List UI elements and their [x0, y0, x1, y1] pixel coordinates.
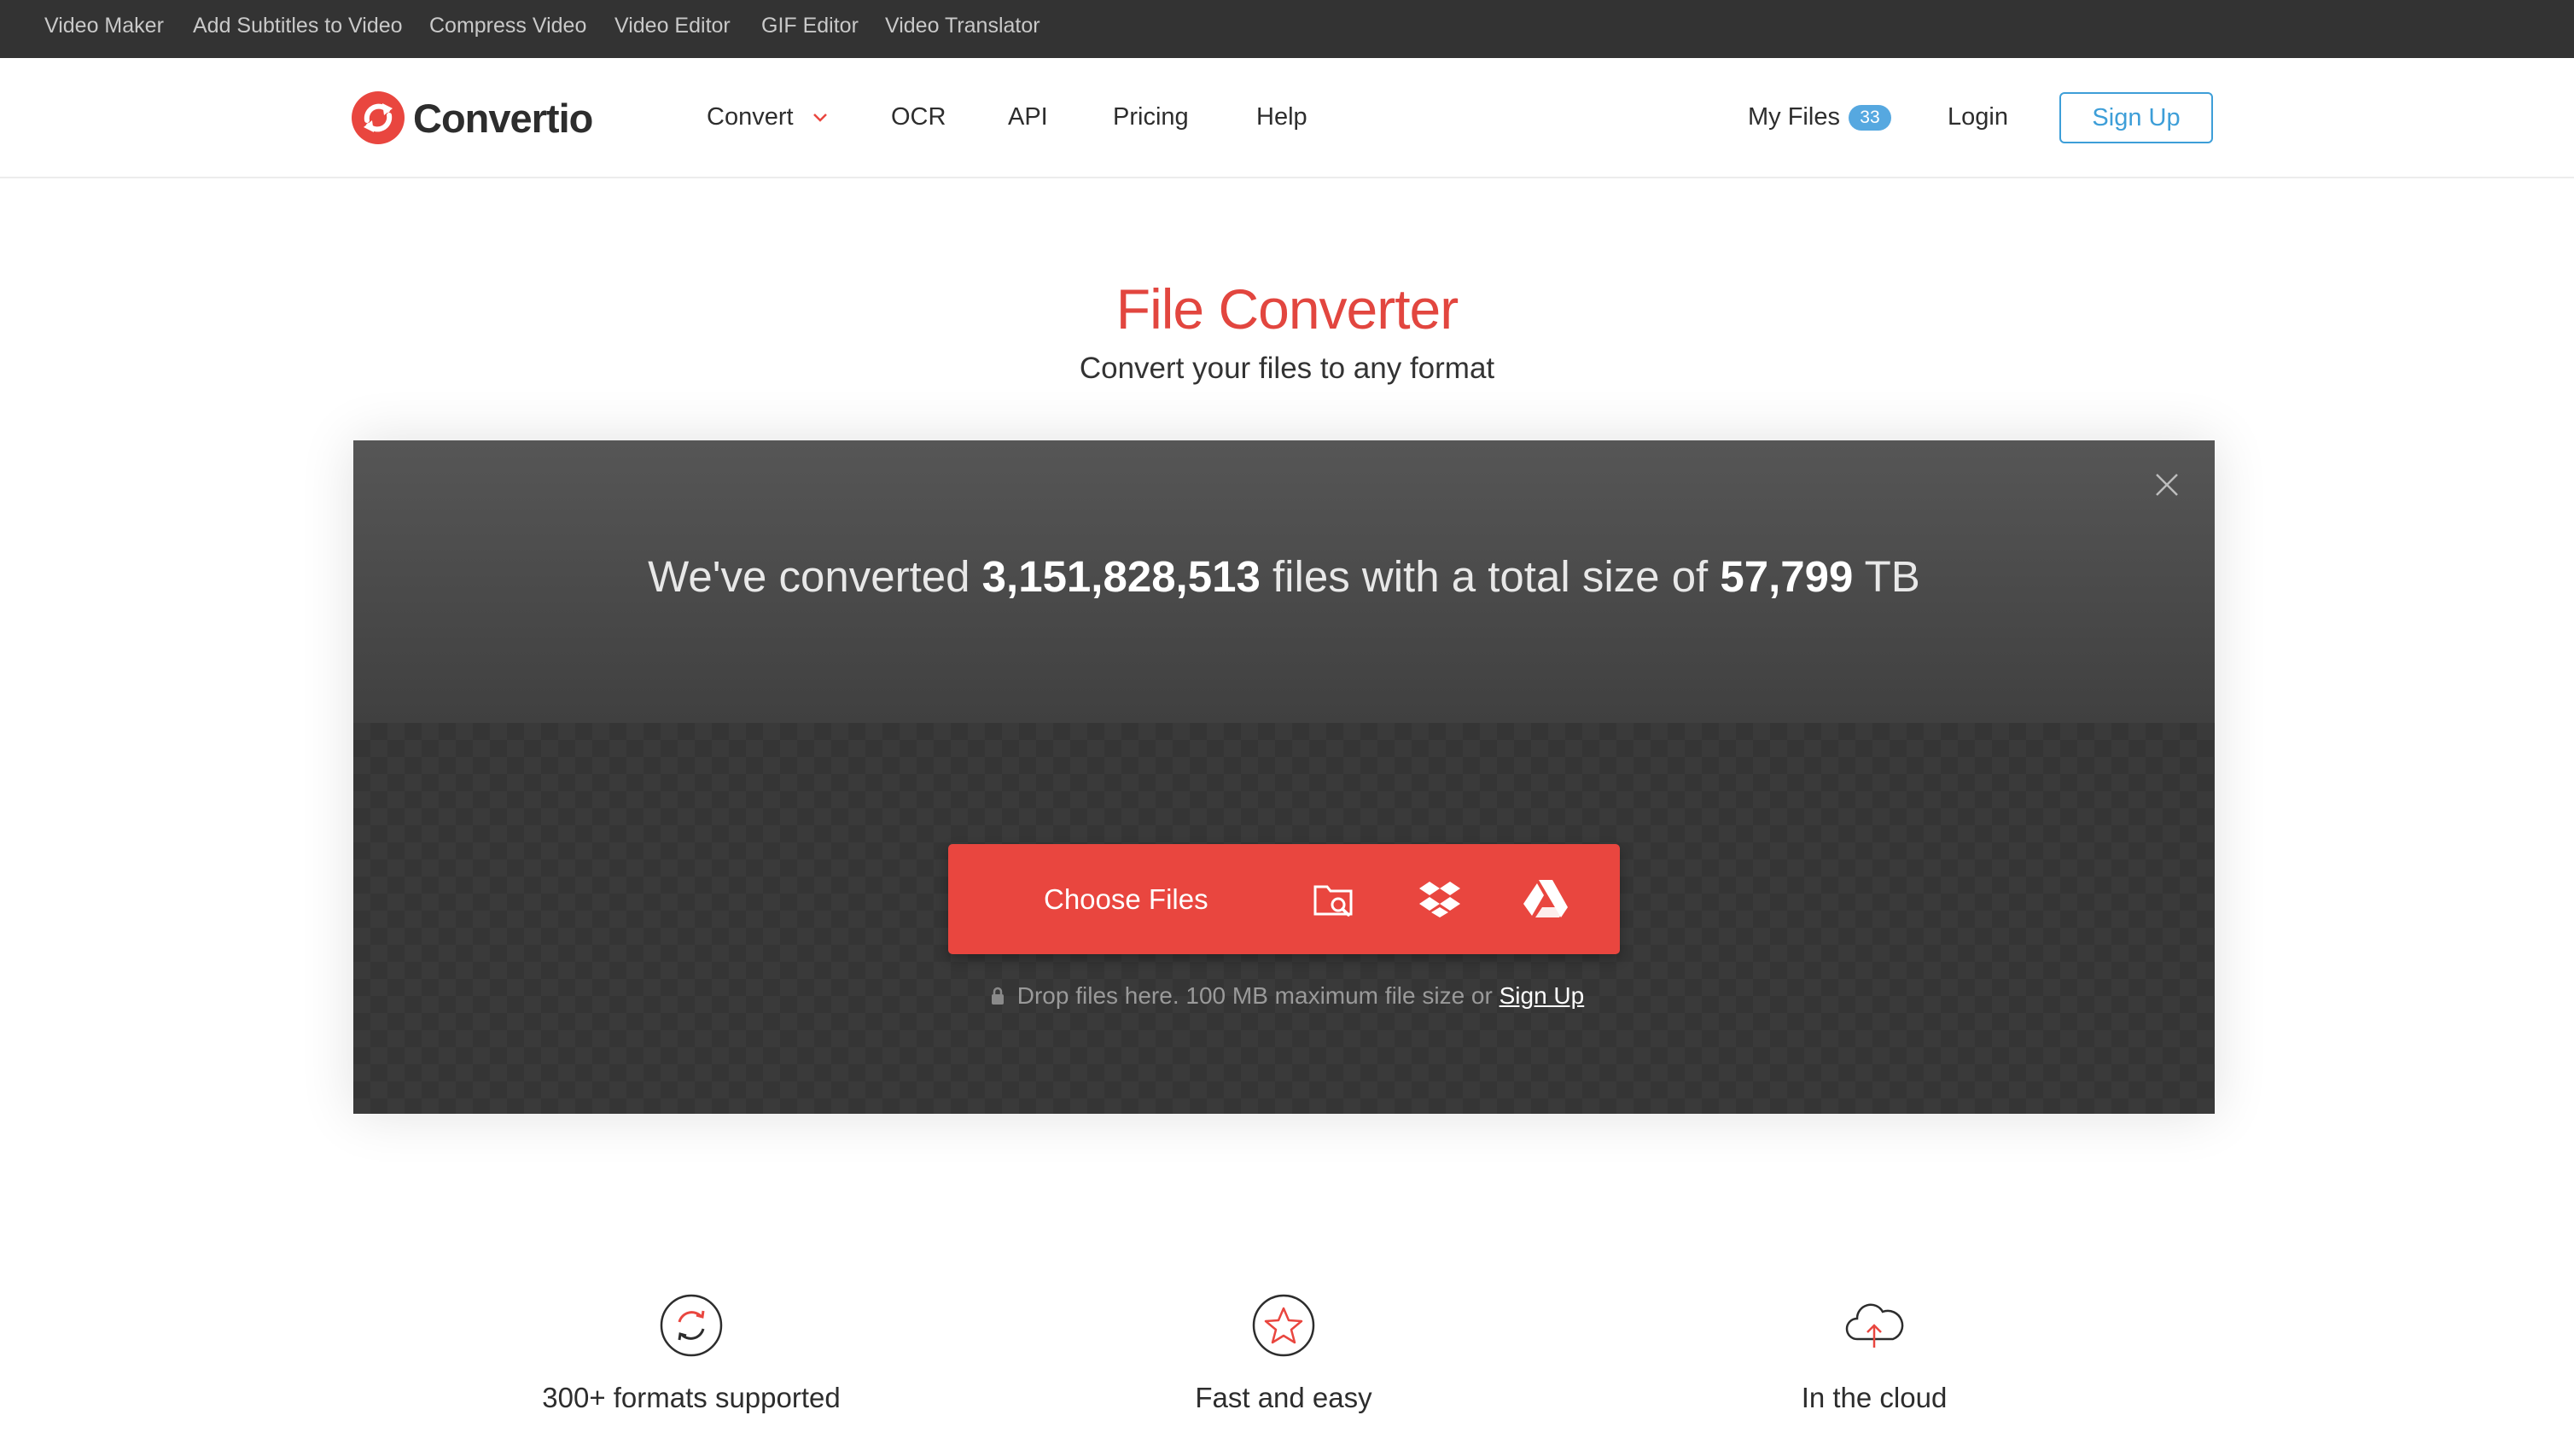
folder-search-icon[interactable] — [1310, 875, 1358, 923]
feature-formats: 300+ formats supported — [435, 1293, 947, 1419]
topbar-link-video-maker[interactable]: Video Maker — [44, 0, 164, 58]
cloud-upload-icon — [1845, 1303, 1904, 1348]
page-subtitle: Convert your files to any format — [1079, 352, 1495, 385]
stats-middle: files with a total size of — [1272, 552, 1709, 601]
google-drive-icon[interactable] — [1522, 875, 1569, 923]
star-icon — [1252, 1294, 1315, 1357]
topbar-link-add-subtitles[interactable]: Add Subtitles to Video — [193, 0, 403, 58]
signup-button[interactable]: Sign Up — [2059, 92, 2213, 143]
login-link[interactable]: Login — [1948, 102, 2008, 131]
drop-signup-link[interactable]: Sign Up — [1500, 982, 1585, 1009]
nav-help[interactable]: Help — [1256, 102, 1307, 131]
main-header: Convertio Convert OCR API Pricing Help M… — [0, 58, 2574, 178]
nav-api[interactable]: API — [1008, 102, 1048, 131]
logo[interactable]: Convertio — [352, 90, 593, 145]
chevron-down-icon — [812, 114, 827, 123]
my-files-label: My Files — [1748, 103, 1840, 131]
lock-icon — [991, 987, 1004, 1005]
topbar-link-gif-editor[interactable]: GIF Editor — [761, 0, 859, 58]
feature-fast-title: Fast and easy — [1195, 1382, 1372, 1413]
total-size: 57,799 — [1720, 552, 1854, 601]
feature-cloud: In the cloud — [1618, 1293, 2130, 1419]
nav-ocr[interactable]: OCR — [891, 102, 946, 131]
drop-note: Drop files here. 100 MB maximum file siz… — [0, 979, 2574, 1013]
topbar-link-video-editor[interactable]: Video Editor — [614, 0, 731, 58]
convertio-logo-icon — [352, 91, 405, 144]
refresh-icon — [660, 1294, 723, 1357]
drop-note-text: Drop files here. 100 MB maximum file siz… — [1016, 982, 1493, 1009]
top-utility-bar: Video Maker Add Subtitles to Video Compr… — [0, 0, 2574, 58]
feature-cloud-title: In the cloud — [1801, 1382, 1948, 1413]
choose-files-label: Choose Files — [1044, 883, 1208, 915]
choose-files-button[interactable]: Choose Files — [948, 844, 1620, 954]
logo-text: Convertio — [413, 95, 593, 141]
files-count: 3,151,828,513 — [981, 552, 1261, 601]
dropbox-icon[interactable] — [1416, 875, 1464, 923]
stats-banner: We've converted 3,151,828,513 files with… — [353, 440, 2215, 723]
nav-pricing[interactable]: Pricing — [1113, 102, 1189, 131]
nav-convert-label: Convert — [707, 103, 794, 131]
topbar-link-compress-video[interactable]: Compress Video — [429, 0, 586, 58]
feature-formats-title: 300+ formats supported — [542, 1382, 841, 1413]
conversion-stats: We've converted 3,151,828,513 files with… — [353, 550, 2215, 604]
feature-fast: Fast and easy — [1028, 1293, 1540, 1419]
nav-convert[interactable]: Convert — [707, 102, 830, 131]
close-icon[interactable] — [2152, 469, 2182, 500]
topbar-link-video-translator[interactable]: Video Translator — [885, 0, 1040, 58]
my-files-count-badge: 33 — [1848, 105, 1891, 131]
page-title: File Converter — [1115, 277, 1459, 341]
my-files-link[interactable]: My Files 33 — [1748, 102, 1891, 131]
stats-prefix: We've converted — [648, 552, 970, 601]
size-unit: TB — [1864, 552, 1920, 601]
